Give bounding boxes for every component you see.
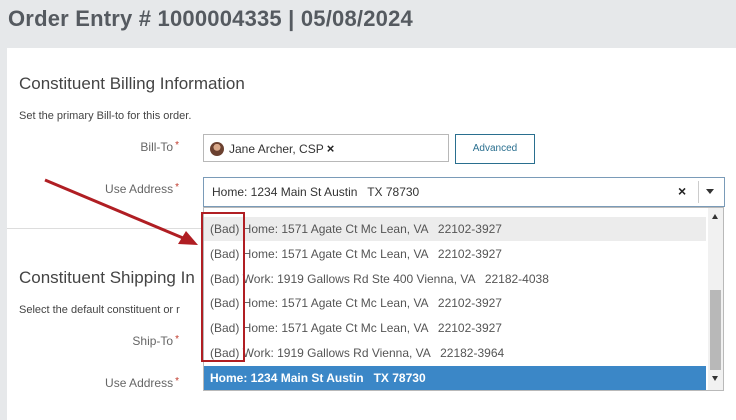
dropdown-option[interactable]: (Bad) Home: 1571 Agate Ct Mc Lean, VA 22… (204, 242, 706, 266)
bill-to-input[interactable]: Jane Archer, CSP × (203, 134, 449, 162)
dropdown-option[interactable]: (Bad) Work: 1919 Gallows Rd Ste 400 Vien… (204, 267, 706, 291)
bill-to-label: Bill-To * (59, 140, 179, 154)
dropdown-option-selected[interactable]: Home: 1234 Main St Austin TX 78730 (204, 366, 706, 390)
bill-to-chip: Jane Archer, CSP × (210, 141, 334, 156)
clear-icon[interactable]: × (678, 183, 686, 199)
dropdown-option[interactable]: (Bad) Home: 1571 Agate Ct Mc Lean, VA 22… (204, 316, 706, 340)
dropdown-option[interactable]: (Bad) Work: 1919 Gallows Rd Vienna, VA 2… (204, 341, 706, 365)
billing-section-title: Constituent Billing Information (19, 74, 245, 93)
dropdown-scrollbar[interactable] (708, 208, 723, 390)
use-address-label: Use Address * (59, 182, 179, 196)
required-marker: * (175, 334, 179, 345)
section-divider (7, 228, 203, 229)
chevron-down-icon[interactable] (706, 189, 714, 194)
scrollbar-thumb[interactable] (710, 290, 721, 370)
use-address-label-text: Use Address (105, 182, 174, 196)
page-title: Order Entry # 1000004335 | 05/08/2024 (8, 6, 413, 31)
ship-to-label: Ship-To * (59, 334, 179, 348)
partial-list-item (204, 208, 706, 212)
close-icon[interactable]: × (327, 141, 335, 156)
required-marker: * (175, 140, 179, 151)
dropdown-option[interactable]: (Bad) Home: 1571 Agate Ct Mc Lean, VA 22… (204, 217, 706, 241)
use-address-value: Home: 1234 Main St Austin TX 78730 (212, 185, 420, 199)
dropdown-option[interactable]: (Bad) Home: 1571 Agate Ct Mc Lean, VA 22… (204, 291, 706, 315)
shipping-description: Select the default constituent or r (19, 304, 180, 316)
scroll-down-icon[interactable] (712, 376, 718, 381)
required-marker: * (175, 182, 179, 193)
address-dropdown-list[interactable]: (Bad) Home: 1571 Agate Ct Mc Lean, VA 22… (203, 207, 724, 391)
select-divider (698, 181, 699, 203)
user-avatar-icon (210, 141, 224, 156)
use-address-select[interactable]: Home: 1234 Main St Austin TX 78730 × (203, 177, 725, 207)
shipping-use-address-label: Use Address * (59, 376, 179, 390)
scroll-up-icon[interactable] (712, 214, 718, 219)
ship-to-label-text: Ship-To (132, 334, 174, 348)
advanced-button[interactable]: Advanced (455, 134, 535, 164)
bill-to-chip-label: Jane Archer, CSP (229, 141, 324, 156)
required-marker: * (175, 376, 179, 387)
annotation-highlight-box (201, 212, 245, 362)
shipping-use-address-label-text: Use Address (105, 376, 174, 390)
bill-to-label-text: Bill-To (140, 140, 174, 154)
shipping-section-title: Constituent Shipping In (19, 268, 195, 287)
billing-description: Set the primary Bill-to for this order. (19, 110, 192, 122)
